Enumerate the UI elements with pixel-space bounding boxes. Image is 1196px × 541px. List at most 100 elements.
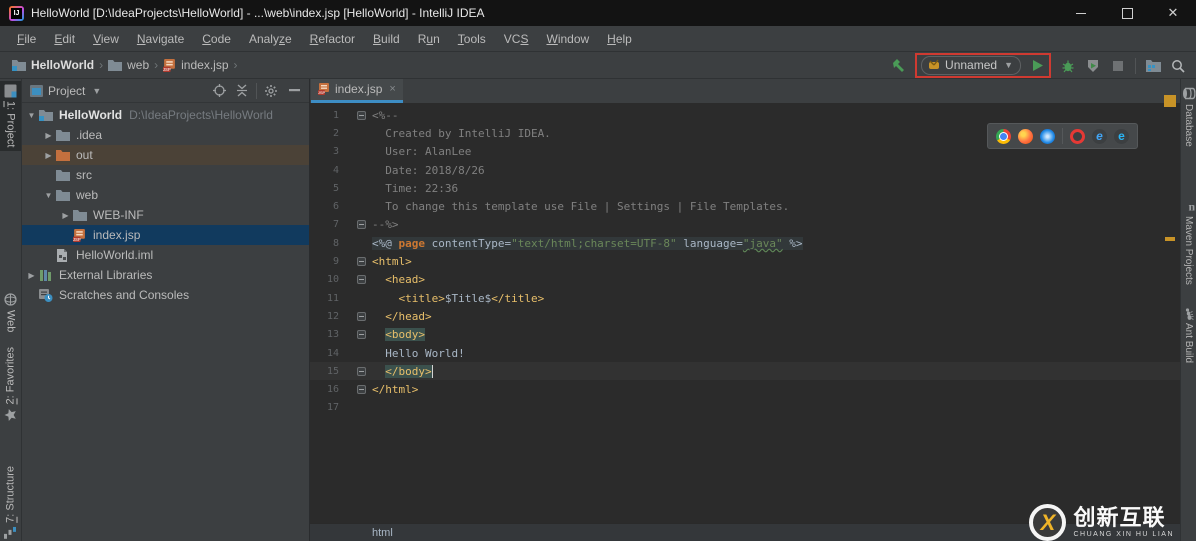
- code-line-8[interactable]: 8 <%@ page contentType="text/html;charset…: [310, 234, 1180, 252]
- code-line-7[interactable]: 7 --%>: [310, 216, 1180, 234]
- fold-marker-icon[interactable]: [350, 311, 372, 321]
- code-line-4[interactable]: 4 Date: 2018/8/26: [310, 161, 1180, 179]
- fold-marker-icon[interactable]: [350, 220, 372, 230]
- chevron-right-icon[interactable]: ▶: [60, 211, 71, 220]
- close-tab-icon[interactable]: ×: [389, 83, 395, 95]
- chevron-down-icon[interactable]: ▼: [26, 111, 37, 120]
- project-panel-title[interactable]: Project: [48, 84, 85, 98]
- chrome-icon[interactable]: [996, 128, 1011, 144]
- code-line-10[interactable]: 10 <head>: [310, 271, 1180, 289]
- code-line-16[interactable]: 16 </html>: [310, 380, 1180, 398]
- tree-row-web-inf[interactable]: ▶ WEB-INF: [22, 205, 309, 225]
- maximize-button[interactable]: [1104, 0, 1150, 26]
- tree-row-scratches-and-consoles[interactable]: Scratches and Consoles: [22, 285, 309, 305]
- line-number: 9: [332, 256, 339, 268]
- edge-icon[interactable]: e: [1114, 128, 1129, 144]
- menu-item-tools[interactable]: Tools: [449, 29, 495, 49]
- menu-item-window[interactable]: Window: [537, 29, 598, 49]
- tool-stripe-button-ant-build[interactable]: Ant Build: [1181, 308, 1196, 364]
- watermark-logo-icon: X: [1029, 504, 1067, 541]
- fold-marker-icon[interactable]: [350, 257, 372, 267]
- locate-file-icon[interactable]: [210, 82, 228, 100]
- menu-item-edit[interactable]: Edit: [45, 29, 84, 49]
- breadcrumb-item-index-jsp[interactable]: JSP index.jsp: [161, 56, 230, 74]
- run-with-coverage-button[interactable]: [1085, 58, 1101, 74]
- tree-row-helloworld[interactable]: ▼ HelloWorld D:\IdeaProjects\HelloWorld: [22, 105, 309, 125]
- tree-label: index.jsp: [93, 228, 141, 242]
- code-line-13[interactable]: 13 <body>: [310, 326, 1180, 344]
- internet-explorer-icon[interactable]: e: [1092, 128, 1107, 144]
- tool-stripe-button-maven-projects[interactable]: m Maven Projects: [1181, 201, 1196, 285]
- code-editor[interactable]: 1 <%-- 2 Created by IntelliJ IDEA. 3 User: …: [310, 103, 1180, 523]
- collapse-all-icon[interactable]: [233, 82, 251, 100]
- fold-marker-icon[interactable]: [350, 385, 372, 395]
- chevron-down-icon[interactable]: ▼: [43, 191, 54, 200]
- tool-stripe-button-database[interactable]: Database: [1181, 87, 1196, 147]
- code-line-14[interactable]: 14 Hello World!: [310, 344, 1180, 362]
- project-panel-header: Project ▼: [22, 79, 309, 103]
- tree-row-web[interactable]: ▼ web: [22, 185, 309, 205]
- code-line-15[interactable]: 15 </body>: [310, 362, 1180, 381]
- left-tool-stripe: 1: Project Web 2: Favorites 7: Structure: [0, 79, 22, 541]
- scrollbar-marker-dash[interactable]: [1165, 237, 1175, 241]
- tool-stripe-button-web[interactable]: Web: [0, 293, 21, 332]
- gear-icon[interactable]: [262, 82, 280, 100]
- menu-item-vcs[interactable]: VCS: [495, 29, 538, 49]
- tool-stripe-button-1-project[interactable]: 1: Project: [0, 81, 21, 152]
- tree-row-helloworld-iml[interactable]: HelloWorld.iml: [22, 245, 309, 265]
- code-line-11[interactable]: 11 <title>$Title$</title>: [310, 289, 1180, 307]
- tree-row-external-libraries[interactable]: ▶ External Libraries: [22, 265, 309, 285]
- build-hammer-icon[interactable]: [890, 58, 906, 74]
- breadcrumb-item-helloworld[interactable]: HelloWorld: [10, 56, 96, 74]
- opera-icon[interactable]: [1070, 128, 1085, 144]
- tree-row-out[interactable]: ▶ out: [22, 145, 309, 165]
- breadcrumb-html-tag[interactable]: html: [372, 527, 393, 539]
- project-structure-button[interactable]: [1145, 58, 1161, 74]
- stop-button[interactable]: [1110, 58, 1126, 74]
- tab-index-jsp[interactable]: JSP index.jsp ×: [311, 79, 403, 103]
- line-number: 16: [326, 384, 339, 396]
- fold-marker-icon[interactable]: [350, 110, 372, 120]
- tool-stripe-button-7-structure[interactable]: 7: Structure: [0, 466, 21, 539]
- chevron-right-icon[interactable]: ▶: [43, 131, 54, 140]
- code-line-12[interactable]: 12 </head>: [310, 307, 1180, 325]
- tool-stripe-label: Ant Build: [1183, 323, 1194, 364]
- tree-row--idea[interactable]: ▶ .idea: [22, 125, 309, 145]
- fold-marker-icon[interactable]: [350, 275, 372, 285]
- code-line-6[interactable]: 6 To change this template use File | Set…: [310, 197, 1180, 215]
- breadcrumb-item-web[interactable]: web: [106, 56, 151, 74]
- menu-item-file[interactable]: File: [8, 29, 45, 49]
- chevron-right-icon[interactable]: ▶: [26, 271, 37, 280]
- code-line-5[interactable]: 5 Time: 22:36: [310, 179, 1180, 197]
- tool-stripe-button-2-favorites[interactable]: 2: Favorites: [0, 347, 21, 421]
- tree-label: out: [76, 148, 93, 162]
- menu-item-code[interactable]: Code: [193, 29, 240, 49]
- run-configuration-select[interactable]: Unnamed ▼: [921, 56, 1021, 75]
- firefox-icon[interactable]: [1018, 128, 1033, 144]
- fold-marker-icon[interactable]: [350, 366, 372, 376]
- menu-item-navigate[interactable]: Navigate: [128, 29, 193, 49]
- chevron-right-icon[interactable]: ▶: [43, 151, 54, 160]
- menu-item-run[interactable]: Run: [409, 29, 449, 49]
- scrollbar-marker-square[interactable]: [1164, 95, 1176, 107]
- debug-button[interactable]: [1060, 58, 1076, 74]
- chevron-down-icon[interactable]: ▼: [92, 86, 101, 96]
- code-line-17[interactable]: 17: [310, 399, 1180, 417]
- menu-item-build[interactable]: Build: [364, 29, 409, 49]
- tree-row-index-jsp[interactable]: JSP index.jsp: [22, 225, 309, 245]
- close-button[interactable]: ✕: [1150, 0, 1196, 26]
- code-line-1[interactable]: 1 <%--: [310, 106, 1180, 124]
- menu-item-refactor[interactable]: Refactor: [301, 29, 364, 49]
- tree-row-src[interactable]: src: [22, 165, 309, 185]
- hide-panel-icon[interactable]: [285, 82, 303, 100]
- code-line-9[interactable]: 9 <html>: [310, 252, 1180, 270]
- fold-marker-icon[interactable]: [350, 330, 372, 340]
- menu-item-view[interactable]: View: [84, 29, 128, 49]
- menu-item-analyze[interactable]: Analyze: [240, 29, 301, 49]
- search-everywhere-icon[interactable]: [1170, 58, 1186, 74]
- safari-icon[interactable]: [1040, 128, 1055, 144]
- minimize-button[interactable]: [1058, 0, 1104, 26]
- menu-item-help[interactable]: Help: [598, 29, 641, 49]
- browser-preview-toolbar: e e: [987, 123, 1138, 149]
- run-button[interactable]: [1029, 58, 1045, 74]
